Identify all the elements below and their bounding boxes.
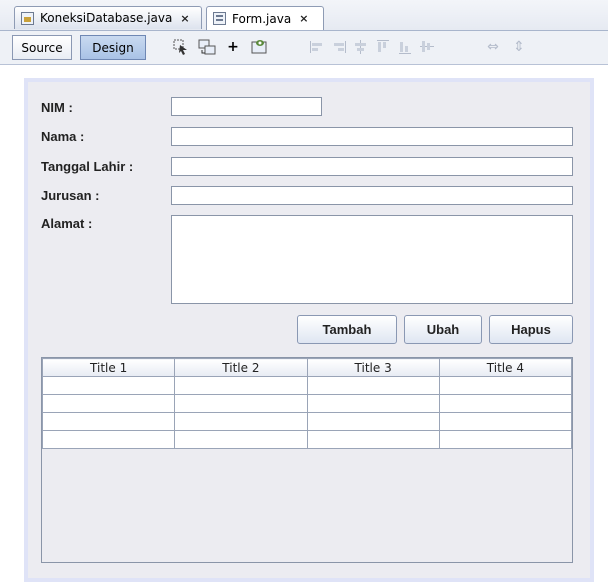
column-header[interactable]: Title 2: [174, 358, 308, 377]
table-row[interactable]: [41, 376, 573, 395]
selection-mode-icon[interactable]: [172, 38, 190, 56]
table-cell[interactable]: [438, 430, 573, 449]
java-file-icon: [21, 11, 34, 25]
tanggal-lahir-label: Tanggal Lahir :: [41, 159, 134, 174]
table-cell[interactable]: [306, 376, 440, 395]
align-right-icon[interactable]: [330, 38, 348, 56]
preview-design-icon[interactable]: [250, 38, 268, 56]
align-top-icon[interactable]: [374, 38, 392, 56]
tanggal-lahir-field[interactable]: [171, 157, 573, 176]
table-cell[interactable]: [41, 430, 176, 449]
source-button[interactable]: Source: [12, 35, 72, 60]
table-row[interactable]: [41, 394, 573, 413]
column-header[interactable]: Title 3: [306, 358, 440, 377]
design-button[interactable]: Design: [80, 35, 146, 60]
table-header-row: Title 1 Title 2 Title 3 Title 4: [41, 358, 573, 377]
table-cell[interactable]: [438, 376, 573, 395]
resize-horizontal-icon[interactable]: ⇔: [484, 38, 502, 56]
table-cell[interactable]: [174, 430, 308, 449]
form-file-icon: [213, 12, 226, 25]
align-left-icon[interactable]: [308, 38, 326, 56]
tab-label: KoneksiDatabase.java: [40, 11, 173, 25]
add-component-icon[interactable]: +: [224, 38, 242, 56]
editor-tab-strip: KoneksiDatabase.java × Form.java ×: [0, 0, 608, 31]
table-cell[interactable]: [41, 412, 176, 431]
table-cell[interactable]: [174, 394, 308, 413]
designer-toolbar: Source Design + ⇔ ⇕: [0, 31, 608, 65]
table-row[interactable]: [41, 412, 573, 431]
alamat-textarea[interactable]: [171, 215, 573, 304]
table-cell[interactable]: [41, 394, 176, 413]
center-horizontal-icon[interactable]: [352, 38, 370, 56]
table-cell[interactable]: [174, 412, 308, 431]
align-bottom-icon[interactable]: [396, 38, 414, 56]
table-cell[interactable]: [438, 394, 573, 413]
data-table[interactable]: Title 1 Title 2 Title 3 Title 4: [41, 357, 573, 563]
table-cell[interactable]: [306, 430, 440, 449]
nama-label: Nama :: [41, 129, 85, 144]
ubah-button[interactable]: Ubah: [404, 315, 482, 344]
table-cell[interactable]: [306, 412, 440, 431]
tab-label: Form.java: [232, 11, 292, 26]
table-cell[interactable]: [438, 412, 573, 431]
table-cell[interactable]: [41, 376, 176, 395]
nim-label: NIM :: [41, 100, 73, 115]
nama-field[interactable]: [171, 127, 573, 146]
table-cell[interactable]: [174, 376, 308, 395]
resize-vertical-icon[interactable]: ⇕: [510, 38, 528, 56]
tab-koneksidatabase[interactable]: KoneksiDatabase.java ×: [14, 6, 202, 29]
tambah-button[interactable]: Tambah: [297, 315, 397, 344]
alamat-label: Alamat :: [41, 216, 93, 231]
column-header[interactable]: Title 4: [438, 358, 573, 377]
table-row[interactable]: [41, 430, 573, 449]
connection-mode-icon[interactable]: [198, 38, 216, 56]
close-icon[interactable]: ×: [299, 12, 308, 25]
tab-form[interactable]: Form.java ×: [206, 6, 324, 30]
jurusan-label: Jurusan :: [41, 188, 100, 203]
hapus-button[interactable]: Hapus: [489, 315, 573, 344]
table-grid: Title 1 Title 2 Title 3 Title 4: [41, 358, 573, 449]
jurusan-field[interactable]: [171, 186, 573, 205]
nim-field[interactable]: [171, 97, 322, 116]
close-icon[interactable]: ×: [180, 12, 189, 25]
center-vertical-icon[interactable]: [418, 38, 436, 56]
column-header[interactable]: Title 1: [41, 358, 176, 377]
table-cell[interactable]: [306, 394, 440, 413]
